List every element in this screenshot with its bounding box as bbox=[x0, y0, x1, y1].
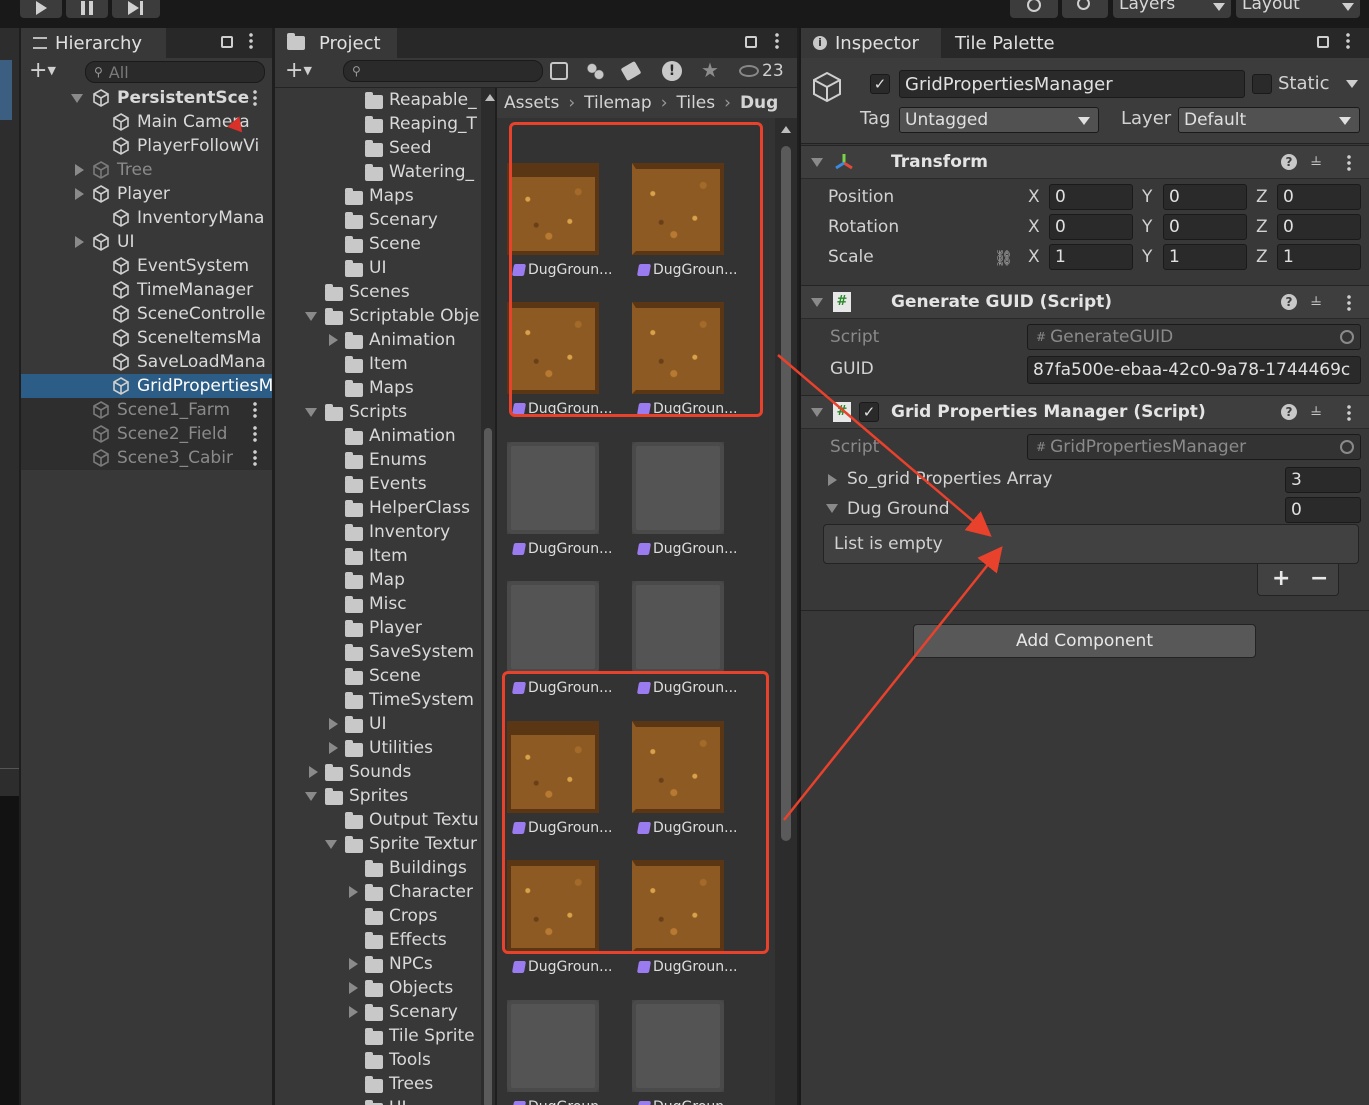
annotation-arrows bbox=[777, 354, 1003, 821]
annotation-arrow-2 bbox=[783, 546, 1003, 821]
annotation-arrow-1 bbox=[777, 354, 992, 537]
